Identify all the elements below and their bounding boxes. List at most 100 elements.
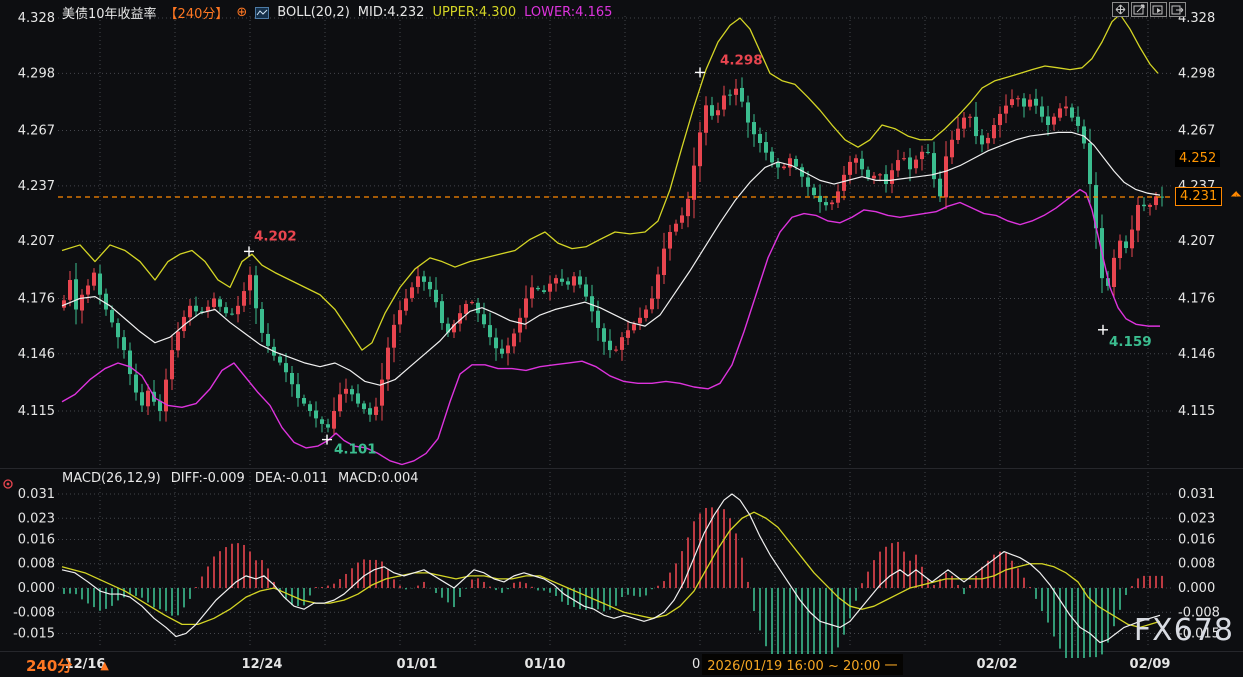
macd-dea-value: DEA:-0.011	[255, 471, 328, 486]
svg-text:0.031: 0.031	[1178, 487, 1215, 502]
axis-labels-layer: 4.3284.3284.2984.2984.2674.2674.2374.237…	[13, 11, 1220, 672]
candle	[926, 152, 930, 153]
candle	[248, 275, 252, 291]
upper-alert-price-badge: 4.252	[1175, 150, 1220, 167]
boll-params-label: BOLL(20,2)	[277, 5, 350, 20]
candle	[1118, 241, 1122, 258]
candle	[872, 176, 876, 179]
candle	[80, 295, 84, 311]
candle	[728, 95, 732, 96]
candle	[698, 132, 702, 166]
candle	[1052, 117, 1056, 125]
candle	[854, 158, 858, 163]
last-price-line	[58, 192, 1240, 197]
timeframe-selector[interactable]: 240分 ▲	[26, 655, 109, 676]
candle	[680, 215, 684, 222]
candle	[596, 311, 600, 328]
interval-tag[interactable]: 【240分】	[165, 3, 229, 22]
candle	[1028, 100, 1032, 107]
candle	[320, 419, 324, 424]
candle	[830, 203, 834, 205]
svg-text:4.207: 4.207	[1178, 234, 1215, 249]
candle	[1142, 205, 1146, 206]
svg-text:0.008: 0.008	[18, 557, 55, 572]
candle	[494, 338, 498, 349]
candle	[734, 89, 738, 95]
boll-bands-layer	[62, 14, 1160, 464]
candle	[1154, 196, 1158, 205]
svg-text:4.237: 4.237	[18, 179, 55, 194]
candle	[770, 152, 774, 163]
candle	[920, 152, 924, 159]
candle	[98, 274, 102, 295]
svg-text:0.031: 0.031	[18, 487, 55, 502]
candle	[398, 310, 402, 324]
zoom-reset-button[interactable]	[1131, 2, 1148, 17]
candle	[1082, 126, 1086, 143]
candle	[350, 389, 354, 394]
candle	[1058, 108, 1062, 117]
latest-price-arrow[interactable]	[1232, 192, 1240, 197]
svg-text:01/10: 01/10	[525, 657, 566, 672]
candle	[884, 174, 888, 184]
axis-label-remnant: 0	[692, 657, 700, 672]
candle	[224, 307, 228, 313]
candle	[662, 249, 666, 275]
candle	[404, 298, 408, 310]
candle	[686, 199, 690, 216]
candle	[620, 337, 624, 350]
candle	[914, 160, 918, 169]
candle	[1136, 205, 1140, 231]
indicator-settings-icon[interactable]	[2, 475, 14, 487]
candle	[878, 174, 882, 175]
candle	[752, 122, 756, 134]
add-indicator-icon[interactable]: ⊕	[236, 5, 247, 20]
candle	[242, 291, 246, 306]
candle	[974, 117, 978, 136]
macd-header: MACD(26,12,9) DIFF:-0.009 DEA:-0.011 MAC…	[62, 471, 419, 486]
candle	[578, 276, 582, 284]
candle	[1124, 241, 1128, 248]
candle	[266, 334, 270, 346]
candle	[344, 389, 348, 394]
candle	[758, 134, 762, 143]
candle	[1022, 98, 1026, 106]
svg-text:4.267: 4.267	[1178, 124, 1215, 139]
candle	[842, 175, 846, 191]
candle	[572, 276, 576, 285]
candle	[386, 348, 390, 380]
pan-tool-button[interactable]	[1112, 2, 1129, 17]
candle	[338, 394, 342, 411]
candle	[500, 349, 504, 354]
candle	[980, 135, 984, 144]
svg-text:-0.015: -0.015	[13, 626, 55, 641]
chart-toolbar	[1112, 2, 1186, 17]
candle	[716, 110, 720, 115]
svg-text:4.115: 4.115	[1178, 404, 1215, 419]
candle	[194, 306, 198, 312]
macd-diff-value: DIFF:-0.009	[171, 471, 245, 486]
candle	[866, 170, 870, 178]
candle	[554, 278, 558, 283]
candle	[950, 140, 954, 158]
export-button[interactable]	[1169, 2, 1186, 17]
timeframe-label[interactable]: 240分	[26, 655, 72, 676]
svg-text:0.023: 0.023	[1178, 511, 1215, 526]
playback-button[interactable]	[1150, 2, 1167, 17]
candle	[212, 298, 216, 307]
candle	[704, 105, 708, 132]
svg-text:4.101: 4.101	[334, 442, 377, 458]
chart-canvas: 4.2984.2024.1014.1594.3284.3284.2984.298…	[0, 0, 1243, 677]
candle	[1130, 230, 1134, 249]
candle	[956, 129, 960, 140]
candle	[164, 380, 168, 412]
candle	[362, 403, 366, 409]
svg-text:4.146: 4.146	[1178, 347, 1215, 362]
candle	[518, 318, 522, 333]
boll-chart-icon	[255, 7, 269, 19]
candle	[998, 114, 1002, 125]
candle	[74, 279, 78, 309]
candle	[428, 282, 432, 289]
candle	[530, 287, 534, 298]
svg-text:-0.008: -0.008	[13, 605, 55, 620]
